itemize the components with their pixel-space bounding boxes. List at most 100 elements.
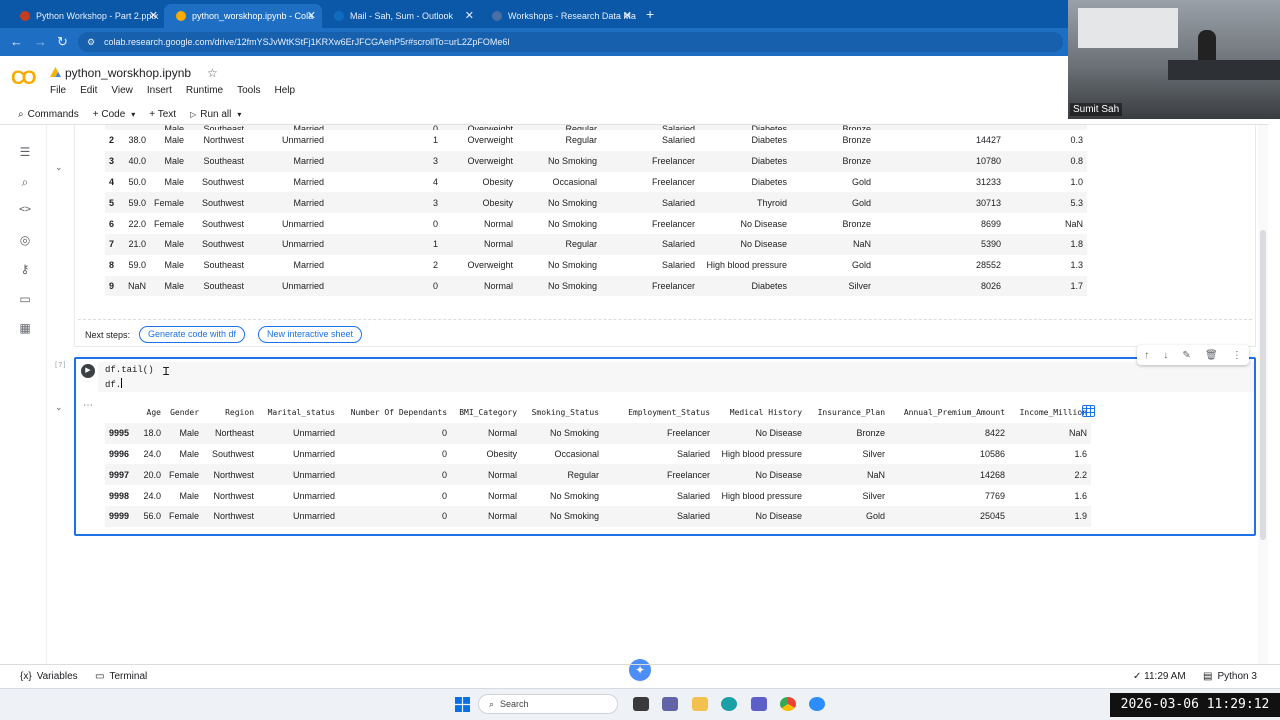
generate-code-chip[interactable]: Generate code with df — [139, 326, 246, 343]
column-header[interactable]: BMI_Category — [451, 402, 521, 423]
code-snippets-icon[interactable]: <> — [18, 204, 32, 216]
table-of-contents-icon[interactable]: ☰ — [18, 145, 32, 159]
drive-icon — [50, 67, 61, 77]
table-cell: 38.0 — [128, 135, 146, 146]
column-header[interactable] — [105, 402, 135, 423]
terminal-button[interactable]: ▭ Terminal — [95, 671, 147, 682]
menu-view[interactable]: View — [111, 85, 133, 96]
notebook-title[interactable]: python_worskhop.ipynb — [65, 66, 191, 80]
desk — [1168, 60, 1280, 80]
column-header[interactable]: Age — [135, 402, 165, 423]
data-table-icon[interactable]: ▦ — [18, 321, 32, 335]
variables-button[interactable]: {x} Variables — [20, 671, 78, 682]
close-icon[interactable]: ✕ — [149, 9, 158, 22]
move-up-icon[interactable]: ↑ — [1144, 350, 1149, 361]
play-icon: ▷ — [190, 109, 197, 119]
table-cell: Gold — [852, 176, 872, 187]
browser-tab[interactable]: Workshops - Research Data Ma ✕ — [480, 4, 638, 28]
colab-logo[interactable]: CO — [11, 68, 36, 90]
menu-file[interactable]: File — [50, 85, 66, 96]
browser-tab[interactable]: Python Workshop - Part 2.pptx ✕ — [8, 4, 164, 28]
column-header[interactable]: Income_Million — [1009, 402, 1091, 423]
browser-tab-active[interactable]: python_worskhop.ipynb - Cola ✕ — [164, 4, 322, 28]
variables-icon[interactable]: ◎ — [18, 233, 32, 247]
column-header[interactable]: Medical History — [714, 402, 806, 423]
scrollbar-thumb[interactable] — [1260, 230, 1266, 540]
table-cell: Salaried — [661, 260, 696, 271]
close-icon[interactable]: ✕ — [465, 9, 474, 22]
site-info-icon[interactable]: ⚙ — [87, 32, 95, 52]
chrome-icon[interactable] — [780, 697, 796, 711]
runtime-button[interactable]: ▤ Python 3 — [1203, 671, 1257, 682]
table-cell: No Smoking — [549, 490, 600, 501]
table-cell: 0 — [433, 280, 439, 291]
table-cell: Female — [154, 218, 185, 229]
table-cell: Northwest — [213, 490, 255, 501]
table-cell: Overweight — [467, 156, 514, 167]
teams-icon[interactable] — [662, 697, 678, 711]
interactive-sheet-label: New interactive sheet — [267, 329, 354, 339]
interactive-sheet-chip[interactable]: New interactive sheet — [258, 326, 363, 343]
task-view-icon[interactable] — [633, 697, 649, 711]
table-cell: 22.0 — [128, 218, 146, 229]
table-cell: Unmarried — [293, 490, 336, 501]
column-header[interactable]: Number Of Dependants — [339, 402, 451, 423]
table-cell: 3 — [433, 197, 439, 208]
menu-runtime[interactable]: Runtime — [186, 85, 223, 96]
secrets-key-icon[interactable]: ⚷ — [18, 262, 32, 276]
teams-new-icon[interactable] — [751, 697, 767, 711]
run-cell-button[interactable]: ▶ — [81, 364, 95, 378]
edit-pencil-icon[interactable]: ✎ — [1182, 350, 1190, 361]
table-cell: No Smoking — [549, 511, 600, 522]
zoom-icon[interactable] — [809, 697, 825, 711]
forward-icon[interactable]: → — [34, 34, 47, 49]
table-cell: 50.0 — [128, 176, 146, 187]
edge-icon[interactable] — [721, 697, 737, 711]
table-cell: Regular — [565, 135, 598, 146]
close-icon[interactable]: ✕ — [307, 9, 316, 22]
table-cell: Normal — [488, 469, 518, 480]
delete-icon[interactable]: 🗑 — [1205, 350, 1218, 361]
reload-icon[interactable]: ↻ — [57, 34, 68, 50]
commands-button[interactable]: ⌕ Commands — [18, 109, 79, 120]
column-header[interactable]: Gender — [165, 402, 203, 423]
column-header[interactable]: Marital_status — [258, 402, 339, 423]
move-down-icon[interactable]: ↓ — [1163, 350, 1168, 361]
add-text-button[interactable]: + Text — [149, 109, 176, 120]
column-header[interactable]: Insurance_Plan — [806, 402, 889, 423]
table-cell: Male — [164, 135, 185, 146]
collapse-output-chevron-icon[interactable]: ⌄ — [55, 162, 63, 173]
table-cell: Female — [154, 197, 185, 208]
taskbar-search[interactable]: ⌕ Search — [478, 694, 618, 714]
run-all-button[interactable]: ▷ Run all — [190, 109, 231, 120]
table-cell: Northwest — [213, 469, 255, 480]
more-options-icon[interactable]: ⋮ — [1232, 350, 1242, 361]
execution-time[interactable]: ✓ 11:29 AM — [1133, 671, 1186, 682]
column-header[interactable]: Employment_Status — [603, 402, 714, 423]
table-cell: Salaried — [676, 511, 711, 522]
convert-to-table-icon[interactable] — [1082, 405, 1095, 417]
column-header[interactable]: Smoking_Status — [521, 402, 603, 423]
menu-edit[interactable]: Edit — [80, 85, 97, 96]
menu-help[interactable]: Help — [274, 85, 295, 96]
table-row: 9 NaN Male Southeast Unmarried 0 Normal No Smok… — [105, 275, 1088, 297]
menu-tools[interactable]: Tools — [237, 85, 260, 96]
code-editor[interactable] — [98, 362, 1254, 392]
add-code-button[interactable]: + Code — [93, 109, 126, 120]
column-header[interactable]: Annual_Premium_Amount — [889, 402, 1009, 423]
star-icon[interactable]: ☆ — [207, 66, 218, 80]
new-tab-icon[interactable]: + — [646, 6, 654, 22]
output-menu-icon[interactable]: ⋯ — [83, 400, 93, 411]
column-header[interactable]: Region — [203, 402, 258, 423]
files-folder-icon[interactable]: ▭ — [18, 292, 32, 306]
browser-tab[interactable]: Mail - Sah, Sum - Outlook ✕ — [322, 4, 480, 28]
collapse-output-chevron-icon[interactable]: ⌄ — [55, 402, 63, 413]
find-icon[interactable]: ⌕ — [18, 175, 32, 189]
chevron-down-icon[interactable]: ▾ — [131, 110, 135, 119]
file-explorer-icon[interactable] — [692, 697, 708, 711]
chevron-down-icon[interactable]: ▾ — [237, 110, 241, 119]
close-icon[interactable]: ✕ — [623, 9, 632, 22]
url-field[interactable]: ⚙ colab.research.google.com/drive/12fmYS… — [78, 32, 1063, 52]
menu-insert[interactable]: Insert — [147, 85, 172, 96]
back-icon[interactable]: ← — [10, 34, 23, 49]
